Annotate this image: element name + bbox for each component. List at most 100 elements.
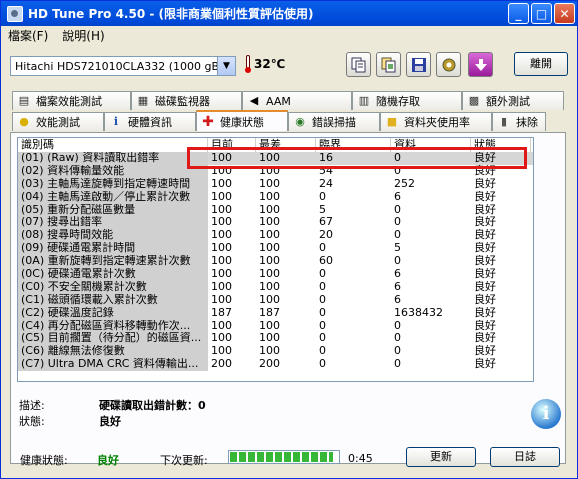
table-cell: 100 bbox=[259, 229, 280, 242]
table-cell: 0 bbox=[394, 255, 401, 268]
column-header-id[interactable]: 識別碼 bbox=[18, 138, 208, 152]
table-cell: 24 bbox=[319, 177, 333, 190]
table-cell: 20 bbox=[319, 229, 333, 242]
table-cell: 100 bbox=[259, 332, 280, 345]
table-cell: 60 bbox=[319, 255, 333, 268]
save-button[interactable] bbox=[406, 52, 431, 77]
copy-text-button[interactable] bbox=[346, 52, 371, 77]
tab-random-access[interactable]: ▥ 隨機存取 bbox=[352, 91, 462, 110]
exit-button[interactable]: 離開 bbox=[514, 52, 568, 76]
countdown-timer: 0:45 bbox=[348, 452, 373, 465]
table-row[interactable]: (05) 重新分配磁區數量 100 100 5 0 良好 bbox=[18, 203, 533, 217]
description-label: 描述: bbox=[19, 399, 45, 412]
table-cell: 0 bbox=[319, 319, 326, 332]
tab-error-scan[interactable]: ◉ 錯誤掃描 bbox=[288, 112, 380, 131]
download-button[interactable] bbox=[468, 52, 493, 77]
table-cell: 200 bbox=[211, 358, 232, 371]
copy-icon bbox=[351, 57, 365, 72]
minimize-button[interactable]: _ bbox=[508, 3, 529, 24]
table-cell: 100 bbox=[211, 177, 232, 190]
health-panel: 識別碼 目前 最差 臨界 資料 狀態 (01) (Raw) 資料讀取出錯率 100… bbox=[10, 132, 566, 464]
table-cell: 100 bbox=[211, 268, 232, 281]
table-cell: 100 bbox=[259, 293, 280, 306]
table-cell: 100 bbox=[211, 203, 232, 216]
arrow-down-icon bbox=[474, 58, 487, 71]
refresh-button[interactable]: 更新 bbox=[406, 447, 476, 467]
maximize-button[interactable]: □ bbox=[531, 3, 552, 24]
table-cell: 187 bbox=[211, 306, 232, 319]
table-cell: 0 bbox=[394, 319, 401, 332]
copy-screenshot-button[interactable] bbox=[376, 52, 401, 77]
table-cell: 良好 bbox=[474, 345, 496, 358]
state-label: 狀態: bbox=[19, 415, 45, 428]
window-title: HD Tune Pro 4.50 - (限非商業個利性質評估使用) bbox=[28, 7, 314, 21]
drive-select-value: Hitachi HDS721010CLA332 (1000 gB) bbox=[15, 60, 224, 73]
table-cell: (C1) 磁頭循環載入累計次數 bbox=[18, 293, 208, 307]
table-row[interactable]: (07) 搜尋出錯率 100 100 67 0 良好 bbox=[18, 216, 533, 230]
tab-health[interactable]: ✚ 健康狀態 bbox=[196, 110, 288, 131]
tab-extra-tests[interactable]: ▩ 額外測試 bbox=[462, 91, 564, 110]
tab-folder-usage[interactable]: ■ 資料夾使用率 bbox=[380, 112, 492, 131]
health-status-value: 良好 bbox=[97, 454, 119, 467]
table-row[interactable]: (C4) 再分配磁區資料移轉動作次... 100 100 0 0 良好 bbox=[18, 319, 533, 333]
magnifier-icon: ◉ bbox=[295, 115, 305, 128]
table-row[interactable]: (09) 硬碟通電累計時間 100 100 0 5 良好 bbox=[18, 242, 533, 256]
table-row[interactable]: (C7) Ultra DMA CRC 資料傳輸出... 200 200 0 0 良好 bbox=[18, 358, 533, 372]
temperature-readout: 32℃ bbox=[254, 57, 286, 71]
smart-table[interactable]: 識別碼 目前 最差 臨界 資料 狀態 (01) (Raw) 資料讀取出錯率 100… bbox=[17, 137, 534, 382]
table-cell: (C2) 硬碟溫度記錄 bbox=[18, 306, 208, 320]
close-button[interactable]: ✕ bbox=[554, 3, 575, 24]
health-status-label: 健康狀態: bbox=[20, 454, 68, 467]
tab-erase[interactable]: ▮ 抹除 bbox=[492, 112, 546, 131]
menu-help[interactable]: 說明(H) bbox=[55, 27, 111, 44]
tab-aam[interactable]: ◀ AAM bbox=[242, 91, 352, 110]
table-row[interactable]: (0A) 重新旋轉到指定轉速累計次數 100 100 60 0 良好 bbox=[18, 255, 533, 269]
title-bar[interactable]: HD Tune Pro 4.50 - (限非商業個利性質評估使用) _ □ ✕ bbox=[1, 1, 577, 26]
toolbar: Hitachi HDS721010CLA332 (1000 gB) ▼ 32℃ … bbox=[0, 50, 576, 82]
table-cell: 0 bbox=[319, 242, 326, 255]
log-button[interactable]: 日誌 bbox=[490, 447, 560, 467]
table-row[interactable]: (C2) 硬碟溫度記錄 187 187 0 1638432 良好 bbox=[18, 306, 533, 320]
table-cell: 0 bbox=[394, 216, 401, 229]
table-row[interactable]: (04) 主軸馬達啟動／停止累計次數 100 100 0 6 良好 bbox=[18, 190, 533, 204]
tabs-top-row: ▤ 檔案效能測試 ▦ 磁碟監視器 ◀ AAM ▥ 隨機存取 ▩ 額外測試 bbox=[12, 91, 564, 110]
options-button[interactable] bbox=[436, 52, 461, 77]
chevron-down-icon[interactable]: ▼ bbox=[217, 57, 235, 75]
next-update-label: 下次更新: bbox=[160, 454, 208, 467]
tab-hardware-info[interactable]: i 硬體資訊 bbox=[104, 112, 196, 131]
table-row[interactable]: (C5) 目前擱置（待分配）的磁區資... 100 100 0 0 良好 bbox=[18, 332, 533, 346]
table-cell: (C5) 目前擱置（待分配）的磁區資... bbox=[18, 332, 208, 346]
table-cell: 0 bbox=[319, 268, 326, 281]
table-cell: 0 bbox=[319, 306, 326, 319]
floppy-disk-icon bbox=[411, 57, 426, 72]
table-row[interactable]: (0C) 硬碟通電累計次數 100 100 0 6 良好 bbox=[18, 268, 533, 281]
tab-file-benchmark[interactable]: ▤ 檔案效能測試 bbox=[12, 91, 131, 110]
table-row[interactable]: (C1) 磁頭循環載入累計次數 100 100 0 6 良好 bbox=[18, 293, 533, 307]
tab-benchmark[interactable]: ● 效能測試 bbox=[12, 112, 104, 131]
table-cell: (0A) 重新旋轉到指定轉速累計次數 bbox=[18, 255, 208, 269]
table-row[interactable]: (08) 搜尋時間效能 100 100 20 0 良好 bbox=[18, 229, 533, 243]
highlight-box bbox=[187, 147, 527, 169]
table-cell: (02) 資料傳輸量效能 bbox=[18, 164, 208, 178]
info-icon[interactable]: i bbox=[531, 399, 561, 429]
table-row[interactable]: (C0) 不安全關機累計次數 100 100 0 6 良好 bbox=[18, 280, 533, 294]
detail-area: 描述: 硬碟讀取出錯計數：0 狀態: 良好 bbox=[19, 397, 206, 429]
table-cell: 0 bbox=[394, 358, 401, 371]
tab-disk-monitor[interactable]: ▦ 磁碟監視器 bbox=[131, 91, 242, 110]
file-benchmark-icon: ▤ bbox=[18, 94, 30, 107]
table-cell: 0 bbox=[319, 293, 326, 306]
table-cell: 100 bbox=[211, 319, 232, 332]
table-row[interactable]: (C6) 離線無法修復數 100 100 0 0 良好 bbox=[18, 345, 533, 359]
table-cell: 252 bbox=[394, 177, 415, 190]
table-cell: 1638432 bbox=[394, 306, 443, 319]
menu-file[interactable]: 檔案(F) bbox=[1, 27, 55, 44]
folder-icon: ■ bbox=[386, 115, 398, 128]
table-cell: 100 bbox=[211, 255, 232, 268]
table-cell: (03) 主軸馬達旋轉到指定轉速時間 bbox=[18, 177, 208, 191]
table-cell: (01) (Raw) 資料讀取出錯率 bbox=[18, 152, 208, 165]
table-cell: 100 bbox=[211, 229, 232, 242]
drive-select[interactable]: Hitachi HDS721010CLA332 (1000 gB) ▼ bbox=[10, 56, 236, 76]
table-row[interactable]: (03) 主軸馬達旋轉到指定轉速時間 100 100 24 252 良好 bbox=[18, 177, 533, 191]
table-cell: 100 bbox=[259, 216, 280, 229]
table-cell: 0 bbox=[319, 280, 326, 293]
